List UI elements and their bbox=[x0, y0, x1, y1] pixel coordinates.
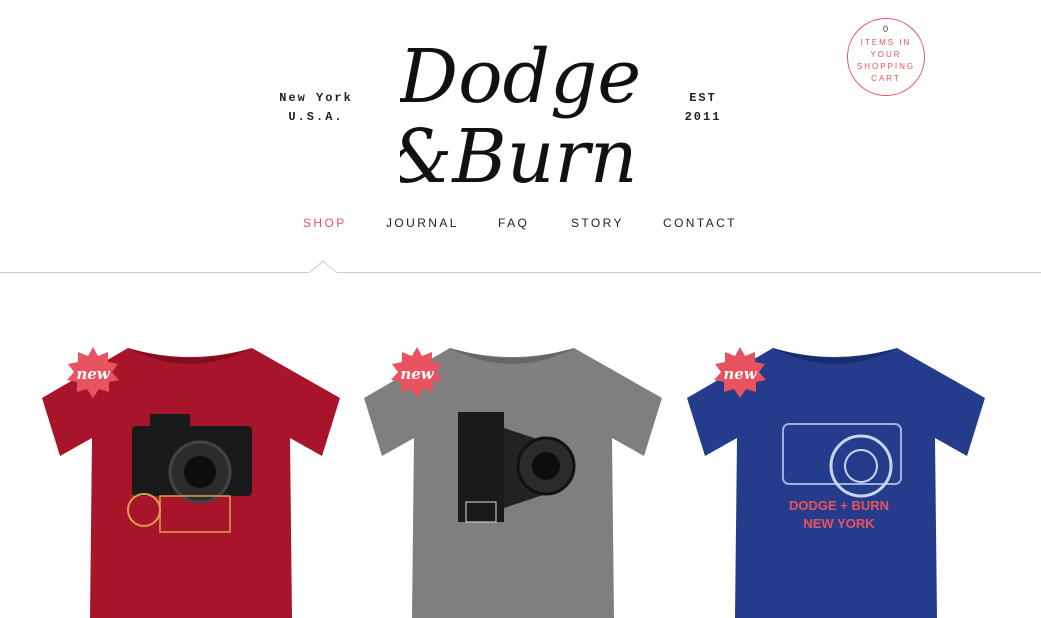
location-city: New York bbox=[279, 91, 353, 105]
shopping-cart-badge[interactable]: 0 ITEMS IN YOUR SHOPPING CART bbox=[847, 18, 925, 96]
cart-label: ITEMS IN YOUR SHOPPING CART bbox=[856, 38, 916, 83]
dodge-burn-logo[interactable]: Dodge &Burn bbox=[400, 22, 640, 194]
location-text: New York U.S.A. bbox=[272, 89, 360, 127]
badge-label: new bbox=[723, 365, 757, 383]
nav-shop[interactable]: SHOP bbox=[303, 216, 347, 230]
nav-divider bbox=[0, 272, 1041, 273]
badge-label: new bbox=[400, 365, 434, 383]
logo-line2: &Burn bbox=[400, 114, 637, 194]
nav-contact[interactable]: CONTACT bbox=[663, 216, 737, 230]
established-text: EST 2011 bbox=[670, 89, 736, 127]
nav-story[interactable]: STORY bbox=[571, 216, 624, 230]
active-nav-pointer bbox=[309, 260, 337, 274]
print-text-line1: DODGE + BURN bbox=[789, 498, 889, 513]
est-label: EST bbox=[689, 91, 717, 105]
cart-count: 0 bbox=[882, 24, 889, 34]
location-country: U.S.A. bbox=[288, 110, 344, 124]
nav-journal[interactable]: JOURNAL bbox=[386, 216, 459, 230]
nav-faq[interactable]: FAQ bbox=[498, 216, 529, 230]
main-nav: SHOP JOURNAL FAQ STORY CONTACT bbox=[0, 216, 1041, 236]
est-year: 2011 bbox=[684, 110, 722, 124]
print-text-line2: NEW YORK bbox=[803, 516, 875, 531]
new-badge: new bbox=[391, 347, 443, 398]
new-badge: new bbox=[67, 347, 119, 398]
logo-line1: Dodge bbox=[400, 34, 640, 120]
new-badge: new bbox=[714, 347, 766, 398]
badge-label: new bbox=[76, 365, 110, 383]
